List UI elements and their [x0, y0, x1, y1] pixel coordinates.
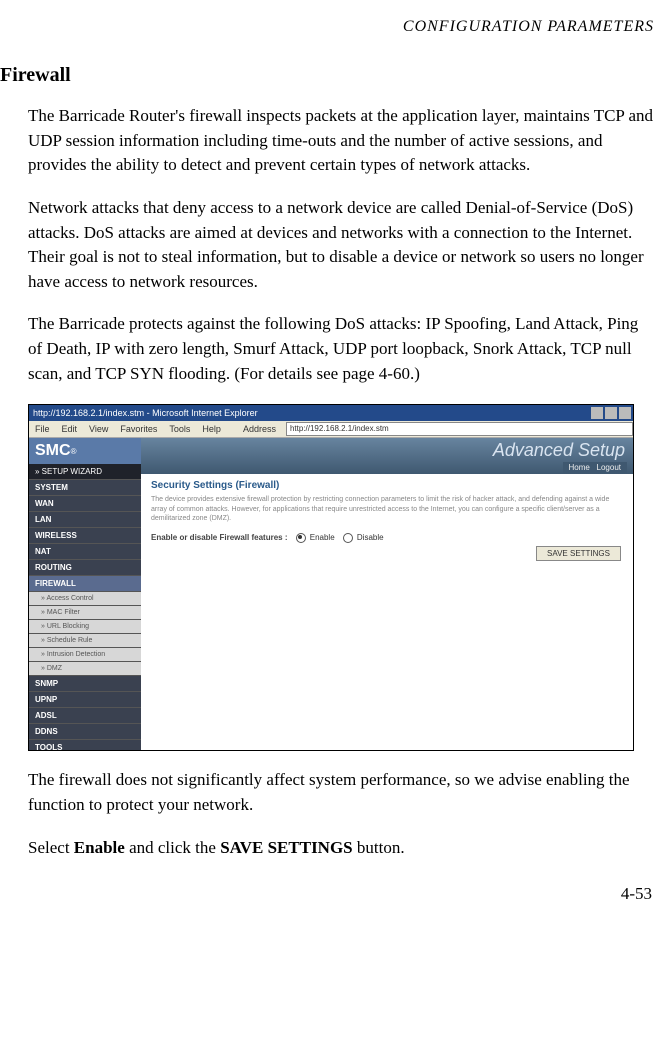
brand-reg: ® [71, 447, 77, 456]
page-header: CONFIGURATION PARAMETERS [0, 18, 656, 36]
sidebar-sub-url-blocking[interactable]: » URL Blocking [29, 620, 141, 634]
menu-help[interactable]: Help [196, 421, 227, 437]
radio-disable-label: Disable [357, 533, 384, 542]
sidebar-routing[interactable]: ROUTING [29, 560, 141, 576]
text: Select [28, 838, 74, 857]
sidebar-sub-intrusion-detection[interactable]: » Intrusion Detection [29, 648, 141, 662]
text: button. [353, 838, 405, 857]
radio-enable[interactable] [296, 533, 306, 543]
sidebar-adsl[interactable]: ADSL [29, 708, 141, 724]
enable-row: Enable or disable Firewall features : En… [151, 533, 623, 543]
window-title: http://192.168.2.1/index.stm - Microsoft… [33, 405, 258, 421]
paragraph: Network attacks that deny access to a ne… [28, 196, 654, 295]
sidebar-upnp[interactable]: UPnP [29, 692, 141, 708]
sidebar-snmp[interactable]: SNMP [29, 676, 141, 692]
home-link[interactable]: Home [569, 463, 590, 472]
embedded-screenshot: http://192.168.2.1/index.stm - Microsoft… [28, 404, 634, 751]
page-number: 4-53 [0, 884, 656, 904]
save-settings-button[interactable]: SAVE SETTINGS [536, 546, 621, 561]
browser-titlebar: http://192.168.2.1/index.stm - Microsoft… [29, 405, 633, 421]
minimize-icon[interactable] [591, 407, 603, 419]
brand-text: SMC [35, 442, 71, 460]
paragraph: The Barricade protects against the follo… [28, 312, 654, 386]
maximize-icon[interactable] [605, 407, 617, 419]
address-label: Address [237, 421, 282, 437]
menu-view[interactable]: View [83, 421, 114, 437]
menu-edit[interactable]: Edit [56, 421, 84, 437]
content-panel: Security Settings (Firewall) The device … [141, 474, 633, 751]
banner: Advanced Setup Home Logout [141, 438, 633, 474]
banner-nav: Home Logout [563, 462, 627, 473]
sidebar-setup-wizard[interactable]: » SETUP WIZARD [29, 464, 141, 480]
radio-enable-label: Enable [310, 533, 335, 542]
paragraph: The Barricade Router's firewall inspects… [28, 104, 654, 178]
panel-description: The device provides extensive firewall p… [151, 495, 623, 522]
sidebar-wireless[interactable]: WIRELESS [29, 528, 141, 544]
radio-disable-group: Disable [343, 533, 384, 543]
menu-favorites[interactable]: Favorites [114, 421, 163, 437]
menu-file[interactable]: File [29, 421, 56, 437]
paragraph: The firewall does not significantly affe… [28, 768, 654, 817]
logout-link[interactable]: Logout [597, 463, 621, 472]
bold-enable: Enable [74, 838, 125, 857]
sidebar-sub-dmz[interactable]: » DMZ [29, 662, 141, 676]
section-title: Firewall [0, 64, 656, 87]
sidebar-sub-schedule-rule[interactable]: » Schedule Rule [29, 634, 141, 648]
sidebar-sub-access-control[interactable]: » Access Control [29, 592, 141, 606]
banner-title: Advanced Setup [493, 440, 625, 461]
radio-enable-group: Enable [296, 533, 335, 543]
panel-title: Security Settings (Firewall) [151, 480, 623, 491]
brand-logo: SMC ® [29, 438, 141, 464]
sidebar-sub-mac-filter[interactable]: » MAC Filter [29, 606, 141, 620]
sidebar-nat[interactable]: NAT [29, 544, 141, 560]
menu-tools[interactable]: Tools [163, 421, 196, 437]
sidebar-wan[interactable]: WAN [29, 496, 141, 512]
enable-label: Enable or disable Firewall features : [151, 533, 288, 542]
close-icon[interactable] [619, 407, 631, 419]
sidebar-lan[interactable]: LAN [29, 512, 141, 528]
sidebar-firewall[interactable]: FIREWALL [29, 576, 141, 592]
sidebar-ddns[interactable]: DDNS [29, 724, 141, 740]
paragraph: Select Enable and click the SAVE SETTING… [28, 836, 654, 861]
sidebar-system[interactable]: SYSTEM [29, 480, 141, 496]
text: and click the [125, 838, 220, 857]
browser-menubar: File Edit View Favorites Tools Help Addr… [29, 421, 633, 438]
radio-disable[interactable] [343, 533, 353, 543]
address-input[interactable]: http://192.168.2.1/index.stm [286, 422, 633, 436]
sidebar: SMC ® » SETUP WIZARD SYSTEM WAN LAN WIRE… [29, 438, 141, 751]
sidebar-tools[interactable]: TOOLS [29, 740, 141, 751]
bold-save-settings: SAVE SETTINGS [220, 838, 352, 857]
